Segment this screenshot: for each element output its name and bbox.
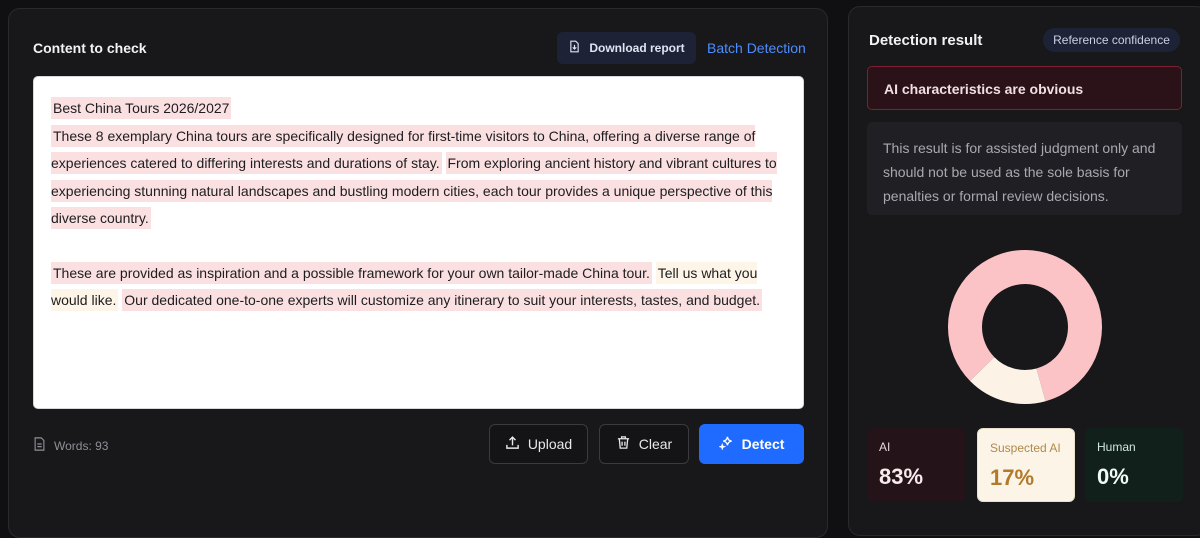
result-panel: Detection result Reference confidence AI… <box>848 6 1200 536</box>
verdict-banner: AI characteristics are obvious <box>867 66 1182 110</box>
stat-card-suspected-ai: Suspected AI 17% <box>977 428 1075 502</box>
download-report-label: Download report <box>589 41 685 55</box>
upload-icon <box>505 435 520 453</box>
stat-value-ai: 83% <box>879 464 924 489</box>
batch-detection-link[interactable]: Batch Detection <box>707 40 806 56</box>
stat-label-human: Human <box>1097 440 1136 454</box>
upload-button[interactable]: Upload <box>489 424 588 464</box>
text-editor[interactable]: Best China Tours 2026/2027 These 8 exemp… <box>33 76 804 409</box>
segment-gap <box>442 155 446 171</box>
panel-title: Content to check <box>33 40 147 56</box>
disclaimer-text: This result is for assisted judgment onl… <box>867 122 1182 215</box>
upload-label: Upload <box>527 436 573 452</box>
detect-button[interactable]: Detect <box>699 424 804 464</box>
clear-button[interactable]: Clear <box>599 424 689 464</box>
text-paragraph: Best China Tours 2026/2027 These 8 exemp… <box>51 95 786 233</box>
word-count-label: Words: 93 <box>54 438 109 453</box>
word-count: Words: 93 <box>33 437 108 454</box>
file-download-icon <box>568 40 581 56</box>
result-donut-chart <box>948 250 1102 404</box>
ai-highlight-segment: Our dedicated one-to-one experts will cu… <box>122 289 763 311</box>
detect-label: Detect <box>741 436 785 452</box>
document-icon <box>33 437 46 454</box>
result-title: Detection result <box>869 32 983 49</box>
text-paragraph: These are provided as inspiration and a … <box>51 260 786 315</box>
stat-label-suspected-ai: Suspected AI <box>990 441 1061 455</box>
stat-label-ai: AI <box>879 440 891 454</box>
confidence-badge: Reference confidence <box>1043 28 1180 52</box>
stat-value-human: 0% <box>1097 464 1129 489</box>
sparkle-icon <box>717 435 734 453</box>
stat-card-ai: AI 83% <box>867 428 965 502</box>
ai-highlight-segment: Best China Tours 2026/2027 <box>51 97 232 119</box>
clear-label: Clear <box>638 436 673 452</box>
content-panel: Content to check Download report Batch D… <box>8 8 828 538</box>
stat-card-human: Human 0% <box>1085 428 1183 502</box>
ai-highlight-segment: These are provided as inspiration and a … <box>51 261 652 284</box>
download-report-button[interactable]: Download report <box>557 32 696 64</box>
trash-icon <box>616 435 631 453</box>
stat-value-suspected-ai: 17% <box>990 465 1035 490</box>
